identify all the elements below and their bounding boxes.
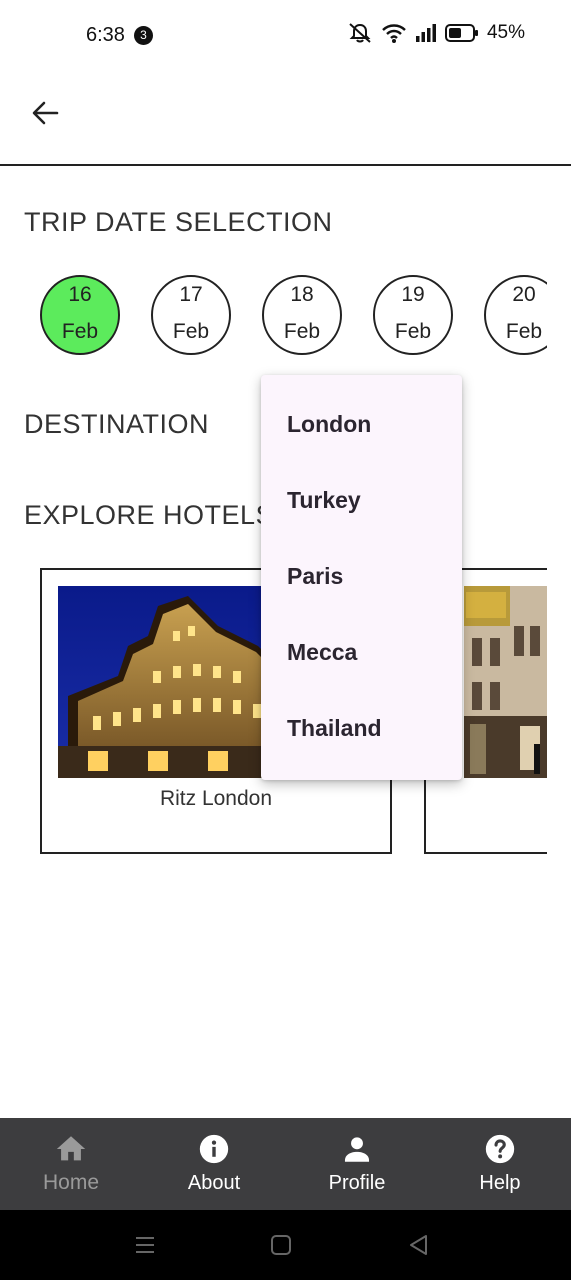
status-time: 6:38 (86, 24, 125, 46)
destination-title: DESTINATION (24, 409, 210, 439)
app-bar (0, 70, 571, 166)
nav-label: Help (479, 1172, 521, 1194)
signal-icon (415, 24, 436, 42)
date-list: 16 Feb 17 Feb 18 Feb 19 Feb 20 Feb (39, 275, 547, 357)
date-chip[interactable]: 20 Feb (484, 275, 547, 355)
explore-hotels-title: EXPLORE HOTELS (24, 500, 275, 530)
menu-item-mecca[interactable]: Mecca (261, 614, 462, 690)
date-day: 18 (290, 283, 314, 306)
battery-percent: 45% (486, 22, 525, 43)
menu-item-paris[interactable]: Paris (261, 538, 462, 614)
notification-badge: 3 (134, 26, 153, 45)
hotel-name: S (464, 787, 547, 811)
trip-date-title: TRIP DATE SELECTION (24, 207, 333, 237)
bottom-navigation: Home About Profile Help (0, 1118, 571, 1210)
status-icons: 45% (347, 22, 525, 44)
home-icon (56, 1136, 86, 1161)
date-month: Feb (283, 320, 321, 343)
battery-icon (444, 24, 478, 42)
menu-item-thailand[interactable]: Thailand (261, 690, 462, 766)
status-bar: 6:38 3 45% (0, 0, 571, 70)
menu-item-london[interactable]: London (261, 386, 462, 462)
nav-profile[interactable]: Profile (286, 1118, 428, 1210)
recents-icon[interactable] (132, 1232, 158, 1258)
menu-item-turkey[interactable]: Turkey (261, 462, 462, 538)
back-button[interactable] (24, 92, 66, 134)
date-day: 16 (68, 283, 92, 306)
nav-help[interactable]: Help (429, 1118, 571, 1210)
hotel-name: Ritz London (159, 787, 273, 810)
home-button-icon[interactable] (268, 1232, 294, 1258)
date-chip[interactable]: 19 Feb (373, 275, 453, 355)
date-day: 20 (512, 283, 536, 306)
date-chip[interactable]: 17 Feb (151, 275, 231, 355)
date-chip[interactable]: 18 Feb (262, 275, 342, 355)
date-month: Feb (172, 320, 210, 343)
date-month: Feb (505, 320, 543, 343)
nav-home[interactable]: Home (0, 1118, 142, 1210)
date-day: 17 (179, 283, 203, 306)
destination-dropdown-menu: London Turkey Paris Mecca Thailand (261, 375, 462, 780)
date-month: Feb (61, 320, 99, 343)
nav-label: About (187, 1172, 241, 1194)
mute-icon (349, 23, 371, 43)
wifi-icon (382, 24, 406, 43)
date-chip[interactable]: 16 Feb (40, 275, 120, 355)
nav-label: Home (42, 1171, 100, 1194)
system-navigation-bar (0, 1210, 571, 1280)
date-month: Feb (394, 320, 432, 343)
nav-about[interactable]: About (143, 1118, 285, 1210)
date-day: 19 (401, 283, 425, 306)
person-icon (344, 1137, 370, 1162)
arrow-back-icon (32, 101, 59, 125)
back-triangle-icon[interactable] (405, 1232, 431, 1258)
info-icon (199, 1134, 229, 1164)
nav-label: Profile (328, 1172, 386, 1194)
help-icon (485, 1134, 515, 1164)
hotel-image (464, 586, 547, 778)
